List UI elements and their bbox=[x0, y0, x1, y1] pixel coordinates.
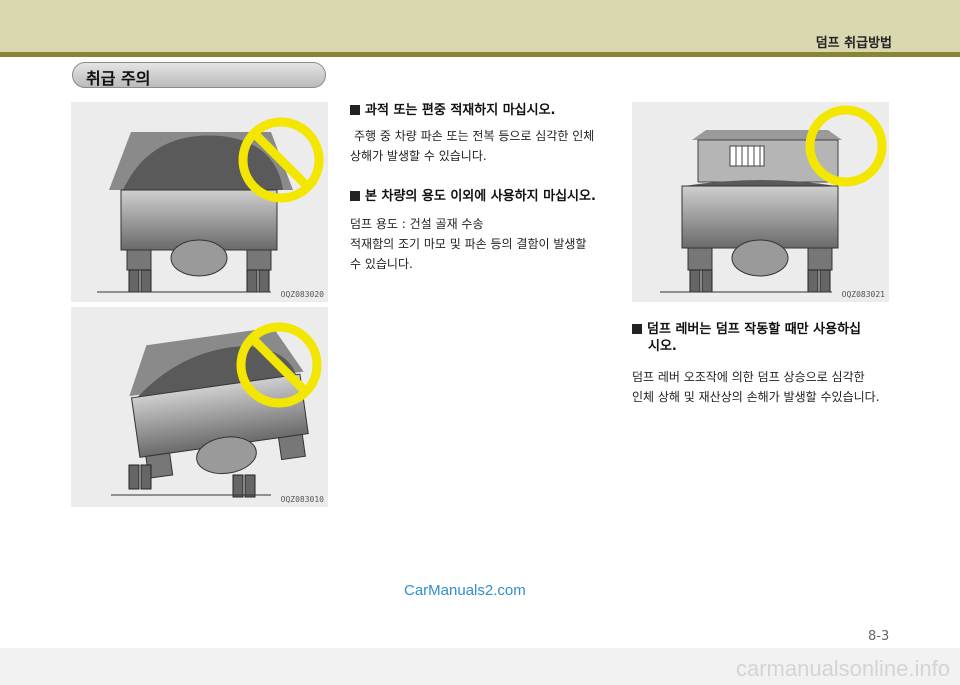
bullet-square-icon bbox=[350, 191, 360, 201]
dump-truck-proper-illustration bbox=[632, 102, 889, 302]
page-number: 8-3 bbox=[868, 629, 890, 644]
figure-uneven-load: OQZ083010 bbox=[71, 307, 328, 507]
note-line: 주행 중 차량 파손 또는 전복 등으로 심각한 인체 bbox=[354, 129, 595, 143]
footer-brand: carmanualsonline.info bbox=[735, 656, 950, 681]
note-heading-text: 시오. bbox=[648, 339, 677, 354]
section-title-pill: 취급 주의 bbox=[72, 62, 326, 88]
note-heading: 과적 또는 편중 적재하지 마십시오. bbox=[350, 102, 555, 119]
header-rule bbox=[0, 52, 960, 57]
figure-code: OQZ083020 bbox=[280, 290, 324, 299]
figure-code: OQZ083010 bbox=[280, 495, 324, 504]
note-heading-text: 과적 또는 편중 적재하지 마십시오. bbox=[365, 103, 556, 118]
bullet-square-icon bbox=[350, 105, 360, 115]
note-heading: 본 차량의 용도 이외에 사용하지 마십시오. bbox=[350, 188, 596, 205]
note-heading-text: 덤프 레버는 덤프 작동할 때만 사용하십 bbox=[647, 322, 861, 337]
note-line: 수 있습니다. bbox=[350, 257, 413, 271]
dump-truck-tilted-illustration bbox=[71, 307, 328, 507]
figure-proper-load: OQZ083021 bbox=[632, 102, 889, 302]
note-body: 덤프 용도 : 건설 골재 수송 적재함의 조기 마모 및 파손 등의 결함이 … bbox=[350, 214, 620, 274]
figure-code: OQZ083021 bbox=[841, 290, 885, 299]
figure-overload: OQZ083020 bbox=[71, 102, 328, 302]
note-line: 인체 상해 및 재산상의 손해가 발생할 수있습니다. bbox=[632, 390, 880, 404]
note-line: 적재함의 조기 마모 및 파손 등의 결함이 발생할 bbox=[350, 237, 587, 251]
note-body: 덤프 레버 오조작에 의한 덤프 상승으로 심각한 인체 상해 및 재산상의 손… bbox=[632, 367, 902, 407]
bullet-square-icon bbox=[632, 324, 642, 334]
note-line: 덤프 레버 오조작에 의한 덤프 상승으로 심각한 bbox=[632, 370, 865, 384]
note-line: 상해가 발생할 수 있습니다. bbox=[350, 149, 487, 163]
watermark-link[interactable]: CarManuals2.com bbox=[404, 582, 526, 599]
note-heading: 덤프 레버는 덤프 작동할 때만 사용하십 시오. bbox=[632, 321, 861, 355]
note-body: 주행 중 차량 파손 또는 전복 등으로 심각한 인체 상해가 발생할 수 있습… bbox=[350, 126, 620, 166]
note-line: 덤프 용도 : 건설 골재 수송 bbox=[350, 217, 484, 231]
section-title: 취급 주의 bbox=[86, 69, 151, 88]
note-heading-text: 본 차량의 용도 이외에 사용하지 마십시오. bbox=[365, 189, 596, 204]
dump-truck-illustration bbox=[71, 102, 328, 302]
chapter-title: 덤프 취급방법 bbox=[815, 36, 892, 51]
